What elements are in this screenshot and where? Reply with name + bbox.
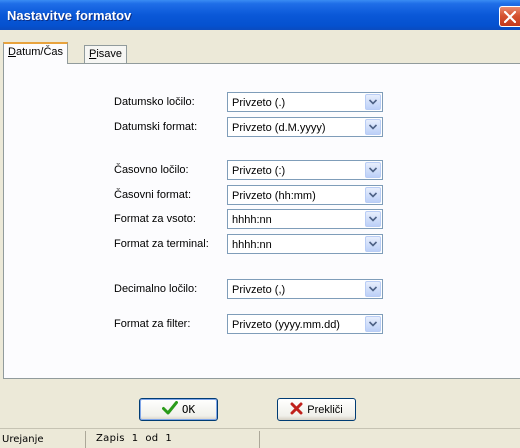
- date-separator-select[interactable]: Privzeto (.): [227, 92, 383, 112]
- sum-format-label: Format za vsoto:: [114, 213, 196, 225]
- status-bar: Urejanje Zapis 1 od 1: [0, 428, 520, 448]
- time-format-select[interactable]: Privzeto (hh:mm): [227, 185, 383, 205]
- tab-datum-cas[interactable]: Datum/Čas: [3, 42, 69, 64]
- chevron-down-icon[interactable]: [365, 236, 381, 252]
- time-separator-label: Časovno ločilo:: [114, 164, 189, 176]
- tab-pisave[interactable]: Pisave: [84, 45, 128, 63]
- chevron-down-icon[interactable]: [365, 162, 381, 178]
- select-value: Privzeto (hh:mm): [232, 190, 316, 202]
- ok-label: OK: [181, 403, 196, 416]
- time-format-label: Časovni format:: [114, 189, 192, 201]
- select-value: Privzeto (d.M.yyyy): [232, 122, 326, 134]
- ok-button[interactable]: OK: [139, 398, 218, 421]
- sum-format-select[interactable]: hhhh:nn: [227, 209, 383, 229]
- chevron-down-icon[interactable]: [365, 211, 381, 227]
- status-record: Zapis 1 od 1: [96, 431, 260, 448]
- cross-icon: [290, 402, 303, 418]
- date-format-select[interactable]: Privzeto (d.M.yyyy): [227, 117, 383, 137]
- cancel-button[interactable]: Prekliči: [277, 398, 356, 421]
- select-value: Privzeto (yyyy.mm.dd): [232, 319, 340, 331]
- chevron-down-icon[interactable]: [365, 94, 381, 110]
- chevron-down-icon[interactable]: [365, 316, 381, 332]
- cancel-label: Prekliči: [307, 403, 343, 416]
- close-button[interactable]: [499, 6, 520, 27]
- tab-label: atum/Čas: [15, 46, 64, 58]
- select-value: hhhh:nn: [232, 239, 272, 251]
- chevron-down-icon[interactable]: [365, 281, 381, 297]
- chevron-down-icon[interactable]: [365, 187, 381, 203]
- checkmark-icon: [161, 401, 178, 418]
- chevron-down-icon[interactable]: [365, 119, 381, 135]
- tab-label: isave: [96, 48, 123, 60]
- date-format-label: Datumski format:: [114, 121, 198, 133]
- window-title: Nastavitve formatov: [7, 8, 132, 23]
- status-mode: Urejanje: [2, 431, 86, 448]
- filter-format-select[interactable]: Privzeto (yyyy.mm.dd): [227, 314, 383, 334]
- select-value: Privzeto (:): [232, 165, 286, 177]
- select-value: hhhh:nn: [232, 214, 272, 226]
- terminal-format-label: Format za terminal:: [114, 238, 209, 250]
- time-separator-select[interactable]: Privzeto (:): [227, 160, 383, 180]
- tab-accel: D: [8, 46, 16, 58]
- select-value: Privzeto (,): [232, 284, 286, 296]
- date-separator-label: Datumsko ločilo:: [114, 96, 195, 108]
- status-mode-text: Urejanje: [2, 434, 44, 445]
- title-bar: Nastavitve formatov: [0, 0, 520, 30]
- decimal-separator-label: Decimalno ločilo:: [114, 283, 198, 295]
- filter-format-label: Format za filter:: [114, 318, 191, 330]
- select-value: Privzeto (.): [232, 97, 286, 109]
- terminal-format-select[interactable]: hhhh:nn: [227, 234, 383, 254]
- decimal-separator-select[interactable]: Privzeto (,): [227, 279, 383, 299]
